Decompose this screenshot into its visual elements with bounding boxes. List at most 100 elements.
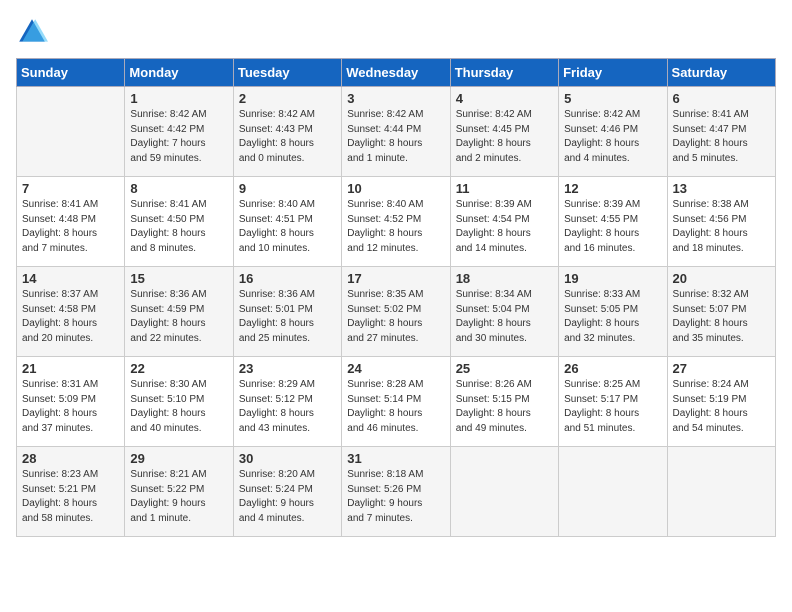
cell-content: Sunrise: 8:41 AMSunset: 4:47 PMDaylight:… xyxy=(673,108,770,166)
cell-content: Sunrise: 8:41 AMSunset: 4:50 PMDaylight:… xyxy=(130,198,227,256)
calendar-cell: 18Sunrise: 8:34 AMSunset: 5:04 PMDayligh… xyxy=(450,267,558,357)
cell-content: Sunrise: 8:42 AMSunset: 4:42 PMDaylight:… xyxy=(130,108,227,166)
calendar-cell: 24 Sunrise: 8:28 AMSunset: 5:14 PMDayligh… xyxy=(342,357,450,447)
header-day-friday: Friday xyxy=(559,59,667,87)
calendar-cell: 17 Sunrise: 8:35 AMSunset: 5:02 PMDayligh… xyxy=(342,267,450,357)
day-number: 22 xyxy=(130,361,227,376)
calendar-cell: 13Sunrise: 8:38 AMSunset: 4:56 PMDayligh… xyxy=(667,177,775,267)
calendar-cell: 26 Sunrise: 8:25 AMSunset: 5:17 PMDayligh… xyxy=(559,357,667,447)
cell-content: Sunrise: 8:28 AMSunset: 5:14 PMDaylight:… xyxy=(347,378,444,436)
calendar-cell: 16Sunrise: 8:36 AMSunset: 5:01 PMDayligh… xyxy=(233,267,341,357)
day-number: 25 xyxy=(456,361,553,376)
day-number: 8 xyxy=(130,181,227,196)
cell-content: Sunrise: 8:41 AMSunset: 4:48 PMDaylight:… xyxy=(22,198,119,256)
calendar-cell: 31 Sunrise: 8:18 AMSunset: 5:26 PMDayligh… xyxy=(342,447,450,537)
cell-content: Sunrise: 8:38 AMSunset: 4:56 PMDaylight:… xyxy=(673,198,770,256)
calendar-cell: 20 Sunrise: 8:32 AMSunset: 5:07 PMDayligh… xyxy=(667,267,775,357)
calendar-week-row: 1 Sunrise: 8:42 AMSunset: 4:42 PMDaylight… xyxy=(17,87,776,177)
cell-content: Sunrise: 8:26 AMSunset: 5:15 PMDaylight:… xyxy=(456,378,553,436)
calendar-week-row: 14Sunrise: 8:37 AMSunset: 4:58 PMDayligh… xyxy=(17,267,776,357)
calendar-cell: 12 Sunrise: 8:39 AMSunset: 4:55 PMDayligh… xyxy=(559,177,667,267)
calendar-cell xyxy=(450,447,558,537)
day-number: 15 xyxy=(130,271,227,286)
calendar-cell: 5 Sunrise: 8:42 AMSunset: 4:46 PMDaylight… xyxy=(559,87,667,177)
calendar-cell: 11 Sunrise: 8:39 AMSunset: 4:54 PMDayligh… xyxy=(450,177,558,267)
day-number: 27 xyxy=(673,361,770,376)
calendar-table: SundayMondayTuesdayWednesdayThursdayFrid… xyxy=(16,58,776,537)
cell-content: Sunrise: 8:39 AMSunset: 4:54 PMDaylight:… xyxy=(456,198,553,256)
day-number: 11 xyxy=(456,181,553,196)
day-number: 24 xyxy=(347,361,444,376)
calendar-week-row: 21Sunrise: 8:31 AMSunset: 5:09 PMDayligh… xyxy=(17,357,776,447)
day-number: 30 xyxy=(239,451,336,466)
day-number: 29 xyxy=(130,451,227,466)
day-number: 6 xyxy=(673,91,770,106)
cell-content: Sunrise: 8:35 AMSunset: 5:02 PMDaylight:… xyxy=(347,288,444,346)
calendar-cell: 27Sunrise: 8:24 AMSunset: 5:19 PMDayligh… xyxy=(667,357,775,447)
calendar-header: SundayMondayTuesdayWednesdayThursdayFrid… xyxy=(17,59,776,87)
cell-content: Sunrise: 8:39 AMSunset: 4:55 PMDaylight:… xyxy=(564,198,661,256)
day-number: 12 xyxy=(564,181,661,196)
header-day-sunday: Sunday xyxy=(17,59,125,87)
header-day-thursday: Thursday xyxy=(450,59,558,87)
calendar-cell: 14Sunrise: 8:37 AMSunset: 4:58 PMDayligh… xyxy=(17,267,125,357)
calendar-cell: 23Sunrise: 8:29 AMSunset: 5:12 PMDayligh… xyxy=(233,357,341,447)
day-number: 3 xyxy=(347,91,444,106)
day-number: 23 xyxy=(239,361,336,376)
day-number: 19 xyxy=(564,271,661,286)
calendar-cell: 28 Sunrise: 8:23 AMSunset: 5:21 PMDayligh… xyxy=(17,447,125,537)
cell-content: Sunrise: 8:42 AMSunset: 4:43 PMDaylight:… xyxy=(239,108,336,166)
logo-icon xyxy=(16,16,48,48)
cell-content: Sunrise: 8:20 AMSunset: 5:24 PMDaylight:… xyxy=(239,468,336,526)
cell-content: Sunrise: 8:42 AMSunset: 4:46 PMDaylight:… xyxy=(564,108,661,166)
day-number: 16 xyxy=(239,271,336,286)
header-day-tuesday: Tuesday xyxy=(233,59,341,87)
calendar-cell: 9 Sunrise: 8:40 AMSunset: 4:51 PMDaylight… xyxy=(233,177,341,267)
calendar-cell: 6 Sunrise: 8:41 AMSunset: 4:47 PMDaylight… xyxy=(667,87,775,177)
cell-content: Sunrise: 8:42 AMSunset: 4:44 PMDaylight:… xyxy=(347,108,444,166)
cell-content: Sunrise: 8:42 AMSunset: 4:45 PMDaylight:… xyxy=(456,108,553,166)
day-number: 7 xyxy=(22,181,119,196)
calendar-cell: 4Sunrise: 8:42 AMSunset: 4:45 PMDaylight… xyxy=(450,87,558,177)
header-row: SundayMondayTuesdayWednesdayThursdayFrid… xyxy=(17,59,776,87)
cell-content: Sunrise: 8:40 AMSunset: 4:51 PMDaylight:… xyxy=(239,198,336,256)
calendar-cell: 25 Sunrise: 8:26 AMSunset: 5:15 PMDayligh… xyxy=(450,357,558,447)
header-day-wednesday: Wednesday xyxy=(342,59,450,87)
cell-content: Sunrise: 8:33 AMSunset: 5:05 PMDaylight:… xyxy=(564,288,661,346)
header-day-monday: Monday xyxy=(125,59,233,87)
day-number: 26 xyxy=(564,361,661,376)
day-number: 2 xyxy=(239,91,336,106)
day-number: 31 xyxy=(347,451,444,466)
cell-content: Sunrise: 8:31 AMSunset: 5:09 PMDaylight:… xyxy=(22,378,119,436)
calendar-week-row: 28 Sunrise: 8:23 AMSunset: 5:21 PMDayligh… xyxy=(17,447,776,537)
day-number: 17 xyxy=(347,271,444,286)
header-day-saturday: Saturday xyxy=(667,59,775,87)
cell-content: Sunrise: 8:18 AMSunset: 5:26 PMDaylight:… xyxy=(347,468,444,526)
day-number: 9 xyxy=(239,181,336,196)
calendar-cell: 2 Sunrise: 8:42 AMSunset: 4:43 PMDaylight… xyxy=(233,87,341,177)
cell-content: Sunrise: 8:23 AMSunset: 5:21 PMDaylight:… xyxy=(22,468,119,526)
logo xyxy=(16,16,54,48)
calendar-cell: 10Sunrise: 8:40 AMSunset: 4:52 PMDayligh… xyxy=(342,177,450,267)
calendar-cell: 1 Sunrise: 8:42 AMSunset: 4:42 PMDaylight… xyxy=(125,87,233,177)
day-number: 20 xyxy=(673,271,770,286)
day-number: 1 xyxy=(130,91,227,106)
day-number: 18 xyxy=(456,271,553,286)
cell-content: Sunrise: 8:32 AMSunset: 5:07 PMDaylight:… xyxy=(673,288,770,346)
calendar-cell: 7 Sunrise: 8:41 AMSunset: 4:48 PMDaylight… xyxy=(17,177,125,267)
calendar-cell: 22Sunrise: 8:30 AMSunset: 5:10 PMDayligh… xyxy=(125,357,233,447)
calendar-cell: 19 Sunrise: 8:33 AMSunset: 5:05 PMDayligh… xyxy=(559,267,667,357)
calendar-cell: 30 Sunrise: 8:20 AMSunset: 5:24 PMDayligh… xyxy=(233,447,341,537)
calendar-body: 1 Sunrise: 8:42 AMSunset: 4:42 PMDaylight… xyxy=(17,87,776,537)
calendar-cell: 3 Sunrise: 8:42 AMSunset: 4:44 PMDaylight… xyxy=(342,87,450,177)
day-number: 5 xyxy=(564,91,661,106)
cell-content: Sunrise: 8:25 AMSunset: 5:17 PMDaylight:… xyxy=(564,378,661,436)
cell-content: Sunrise: 8:40 AMSunset: 4:52 PMDaylight:… xyxy=(347,198,444,256)
calendar-cell: 15Sunrise: 8:36 AMSunset: 4:59 PMDayligh… xyxy=(125,267,233,357)
cell-content: Sunrise: 8:21 AMSunset: 5:22 PMDaylight:… xyxy=(130,468,227,526)
calendar-cell xyxy=(559,447,667,537)
day-number: 28 xyxy=(22,451,119,466)
page-header xyxy=(16,16,776,48)
calendar-cell: 21Sunrise: 8:31 AMSunset: 5:09 PMDayligh… xyxy=(17,357,125,447)
cell-content: Sunrise: 8:37 AMSunset: 4:58 PMDaylight:… xyxy=(22,288,119,346)
